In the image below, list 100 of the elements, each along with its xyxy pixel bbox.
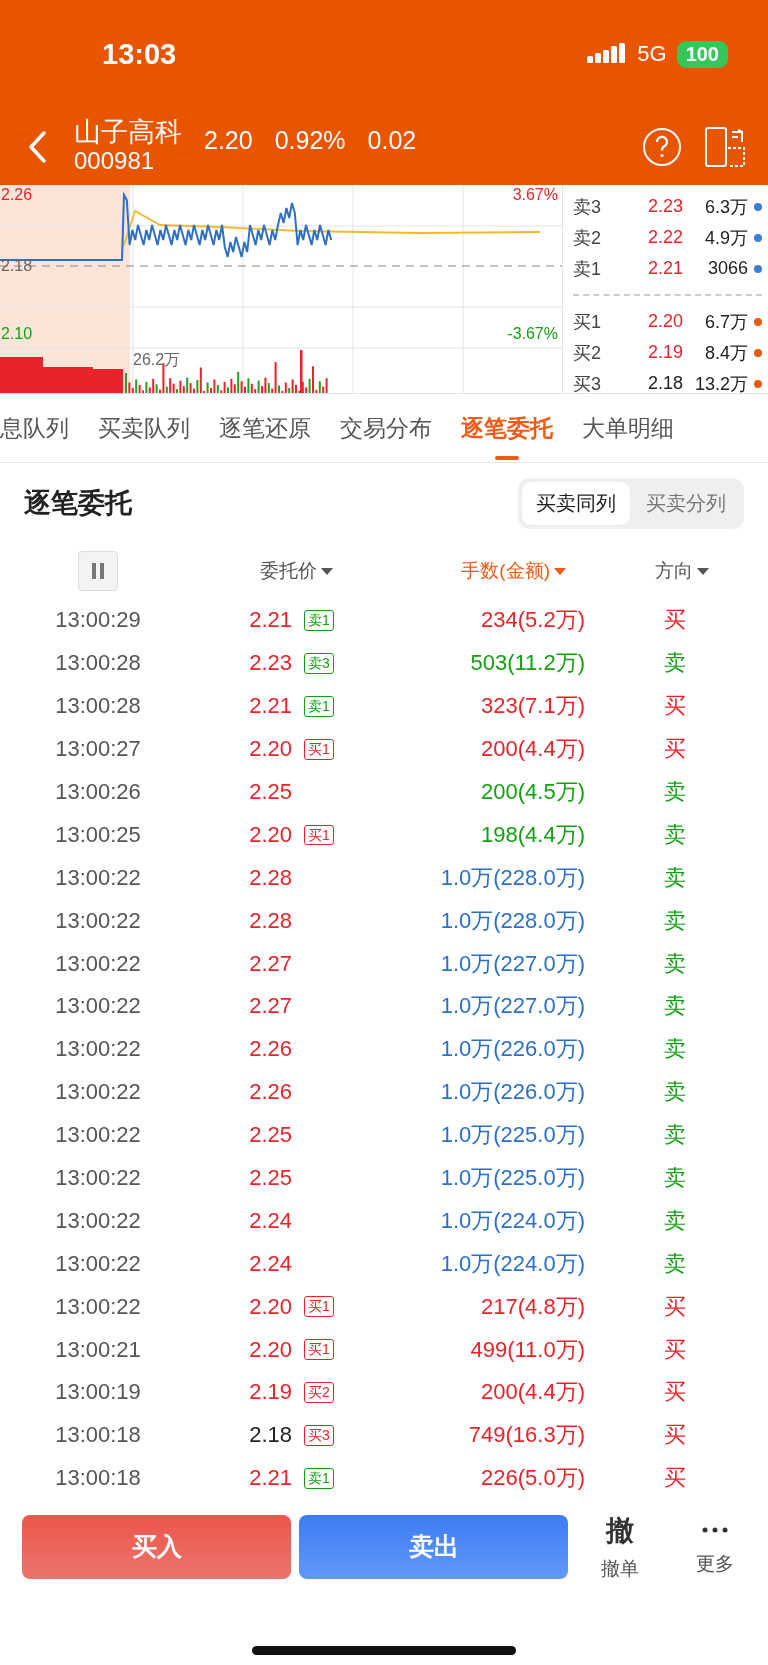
time-cell-text: 13:00:29	[54, 607, 142, 634]
tab[interactable]: 大单明细	[582, 394, 674, 462]
cancel-icon[interactable]: 撤	[605, 1511, 634, 1550]
price-cell-text: 2.21	[248, 693, 292, 720]
level-label: 买2	[573, 341, 602, 365]
tab[interactable]: 买卖队列	[98, 394, 190, 462]
back-icon[interactable]	[26, 129, 48, 164]
mode-option[interactable]: 买卖分列	[632, 481, 740, 525]
price-cell-text: 2.21	[248, 1465, 292, 1492]
price-cell-text: 2.20	[248, 736, 292, 763]
time-cell-text: 13:00:22	[54, 1036, 142, 1063]
tab[interactable]: 交易分布	[340, 394, 432, 462]
price-cell-text: 2.20	[248, 1336, 292, 1363]
price-cell-text: 2.24	[248, 1250, 292, 1277]
direction-cell-text: 卖	[662, 949, 687, 978]
layout-switch-icon[interactable]	[704, 125, 746, 168]
axis-label: 2.10	[1, 326, 33, 342]
column-header[interactable]: 方向	[655, 558, 709, 584]
column-header[interactable]: 委托价	[259, 558, 333, 584]
price-cell-text: 2.18	[248, 1422, 292, 1449]
level-label: 卖1	[573, 257, 602, 281]
time-cell-text: 13:00:19	[54, 1379, 142, 1406]
price-cell-text: 2.24	[248, 1207, 292, 1234]
stock-code: 000981	[74, 148, 156, 175]
time-cell-text: 13:00:22	[54, 1207, 142, 1234]
level-tag: 买3	[304, 1424, 334, 1446]
help-icon[interactable]	[642, 126, 682, 167]
price-cell-text: 2.23	[248, 650, 292, 677]
time-cell-text: 13:00:18	[54, 1422, 142, 1449]
price-cell-text: 2.20	[248, 821, 292, 848]
amount-cell-text: 1.0万(227.0万)	[439, 949, 585, 978]
level-volume: 6.7万	[703, 310, 748, 334]
cancel-label[interactable]: 撤单	[600, 1555, 639, 1582]
level-tag: 买1	[304, 824, 334, 846]
amount-cell-text: 1.0万(226.0万)	[439, 1078, 585, 1107]
axis-label: -3.67%	[507, 326, 558, 342]
price-cell-text: 2.25	[248, 779, 292, 805]
more-label[interactable]: 更多	[695, 1550, 734, 1577]
level-volume: 6.3万	[703, 195, 748, 219]
time-cell-text: 13:00:22	[54, 1165, 142, 1191]
more-icon[interactable]	[701, 1526, 728, 1533]
price-cell-text: 2.28	[248, 907, 292, 934]
time-cell-text: 13:00:22	[54, 993, 142, 1020]
stock-name: 山子高科	[74, 118, 182, 149]
price-cell-text: 2.20	[248, 1293, 292, 1320]
mode-option[interactable]: 买卖同列	[522, 481, 630, 525]
level-price: 2.18	[646, 373, 683, 394]
section-title: 逐笔委托	[24, 487, 132, 520]
battery-indicator: 100	[676, 40, 728, 68]
amount-cell-text: 200(4.4万)	[480, 1378, 585, 1407]
time-cell-text: 13:00:22	[54, 1079, 142, 1106]
level-tag: 卖1	[304, 610, 334, 631]
pause-icon	[91, 563, 105, 579]
amount-cell-text: 234(5.2万)	[480, 606, 585, 635]
level-label: 买3	[573, 372, 602, 396]
level-tag: 买1	[304, 1339, 334, 1360]
amount-cell-text: 217(4.8万)	[480, 1292, 585, 1321]
tab[interactable]: 息队列	[0, 394, 69, 462]
level-price: 2.19	[646, 342, 683, 363]
amount-cell-text: 323(7.1万)	[480, 692, 585, 721]
amount-cell-text: 200(4.5万)	[480, 778, 585, 806]
time-cell-text: 13:00:28	[54, 650, 142, 677]
volume-label: 26.2万	[133, 352, 181, 368]
price-cell-text: 2.25	[248, 1165, 292, 1191]
pause-button[interactable]	[78, 551, 118, 591]
status-time: 13:03	[102, 37, 177, 71]
time-cell-text: 13:00:22	[54, 907, 142, 934]
amount-cell-text: 1.0万(228.0万)	[439, 906, 585, 935]
price-cell-text: 2.27	[248, 993, 292, 1020]
axis-label: 2.18	[1, 258, 33, 274]
direction-cell-text: 卖	[662, 778, 687, 806]
amount-cell-text: 198(4.4万)	[480, 820, 585, 849]
direction-cell-text: 卖	[662, 906, 687, 935]
tab[interactable]: 逐笔还原	[219, 394, 311, 462]
amount-cell-text: 1.0万(225.0万)	[439, 1164, 585, 1192]
change-percent: 0.92%	[274, 126, 346, 155]
direction-cell-text: 卖	[662, 1078, 687, 1107]
change-amount: 0.02	[367, 126, 417, 155]
amount-cell-text: 226(5.0万)	[480, 1464, 585, 1493]
time-cell-text: 13:00:27	[54, 736, 142, 763]
time-cell-text: 13:00:22	[54, 864, 142, 891]
direction-cell-text: 买	[662, 1464, 687, 1493]
direction-cell-text: 卖	[662, 1035, 687, 1064]
price-cell-text: 2.27	[248, 950, 292, 977]
network-label: 5G	[637, 41, 667, 67]
direction-cell-text: 卖	[662, 863, 687, 892]
level-label: 卖2	[573, 226, 602, 250]
caret-icon	[320, 567, 333, 575]
direction-cell-text: 卖	[662, 1206, 687, 1235]
direction-cell-text: 买	[662, 1421, 687, 1450]
axis-label: 3.67%	[512, 187, 558, 203]
price-cell-text: 2.26	[248, 1079, 292, 1106]
price-cell-text: 2.26	[248, 1036, 292, 1063]
level-volume: 8.4万	[703, 341, 748, 365]
stock-price: 2.20	[204, 126, 253, 155]
axis-label: 2.26	[1, 187, 33, 203]
time-cell-text: 13:00:22	[54, 1250, 142, 1277]
level-volume: 3066	[706, 258, 748, 279]
amount-cell-text: 503(11.2万)	[469, 649, 585, 678]
direction-cell-text: 买	[662, 1292, 687, 1321]
